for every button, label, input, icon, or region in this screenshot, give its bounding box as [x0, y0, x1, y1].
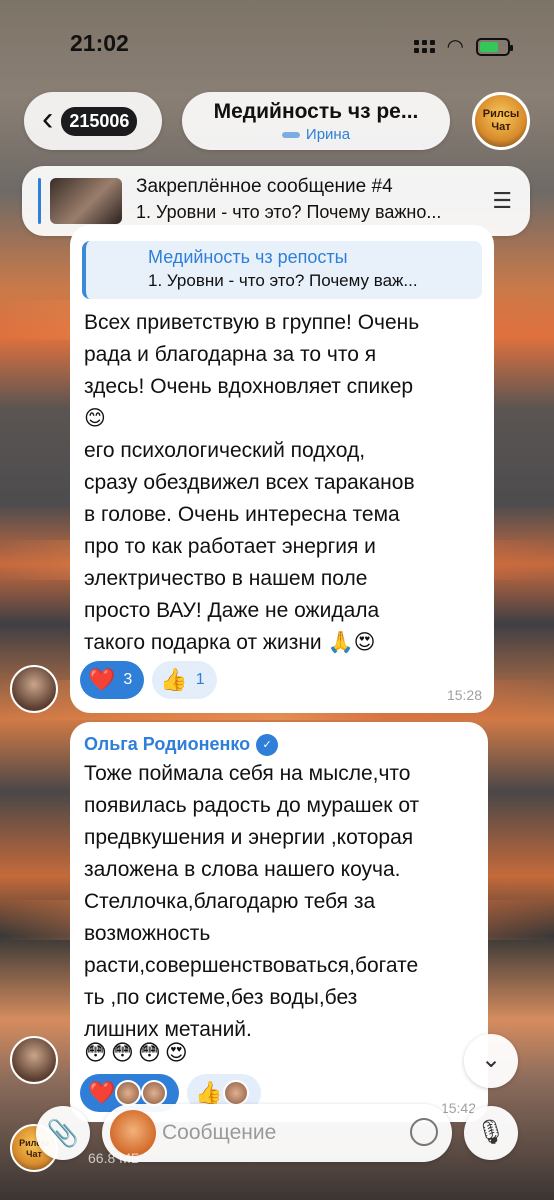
paperclip-icon: 📎 [46, 1118, 80, 1148]
reply-quote[interactable]: Медийность чз репосты 1. Уровни - что эт… [82, 241, 482, 299]
verified-icon: ✓ [256, 734, 279, 757]
message-bubble[interactable]: Медийность чз репосты 1. Уровни - что эт… [70, 225, 494, 713]
message-input[interactable] [162, 1114, 392, 1152]
message-text: Тоже поймала себя на мысле,что появилась… [84, 762, 420, 1041]
reactor-avatar [141, 1080, 168, 1106]
reaction-thumbs-up[interactable]: 👍 1 [152, 661, 217, 699]
pinned-text: 1. Уровни - что это? Почему важно... [136, 202, 442, 222]
status-icons: ◠ [413, 34, 513, 59]
message-composer[interactable] [102, 1104, 452, 1162]
typing-icon [281, 132, 300, 139]
voice-record-button[interactable]: 🎙 [464, 1106, 518, 1160]
pinned-title: Закреплённое сообщение #4 [136, 176, 393, 197]
pinned-list-icon[interactable]: ☰ [492, 188, 512, 214]
reactor-avatar [222, 1080, 249, 1106]
message-time: 15:28 [446, 687, 482, 703]
status-time: 21:02 [70, 30, 129, 56]
chat-title: Медийность чз ре... [213, 100, 419, 123]
sender-name[interactable]: Ольга Родионенко ✓ [84, 734, 279, 757]
scroll-down-button[interactable]: ⌄ [464, 1034, 518, 1088]
message-text: Всех приветствую в группе! Очень рада и … [84, 311, 420, 654]
unread-count-badge: 215006 [61, 106, 138, 136]
chevron-down-icon: ⌄ [480, 1046, 502, 1073]
chat-title-pill[interactable]: Медийность чз ре... Ирина [182, 92, 450, 150]
reaction-heart[interactable]: ❤️ 3 [80, 661, 145, 699]
avatar[interactable] [10, 665, 58, 713]
status-bar: 21:02 ◠ [0, 24, 554, 64]
reactor-avatar [115, 1080, 142, 1106]
pinned-indicator [38, 178, 41, 224]
chat-avatar[interactable]: Рилсы Чат [472, 92, 530, 150]
attach-button[interactable]: 📎 [36, 1106, 90, 1160]
sticker-icon[interactable] [410, 1118, 438, 1146]
chat-subtitle: Ирина [182, 126, 450, 143]
quote-title: Медийность чз репосты [148, 247, 348, 267]
avatar[interactable] [10, 1036, 58, 1084]
chevron-left-icon: ‹ [42, 100, 54, 138]
pinned-thumbnail [50, 178, 122, 224]
microphone-icon: 🎙 [475, 1119, 507, 1146]
battery-icon [476, 37, 513, 56]
reactions: ❤️ 3 👍 1 [80, 661, 217, 699]
signal-icon [413, 40, 435, 53]
file-size: 66.8 МБ [88, 1150, 140, 1166]
quote-text: 1. Уровни - что это? Почему важ... [148, 271, 418, 290]
wifi-icon: ◠ [446, 36, 464, 58]
back-button[interactable]: ‹ 215006 [24, 92, 162, 150]
emoji-line: 😳😳😳😍 [84, 1040, 192, 1065]
message-bubble[interactable]: Ольга Родионенко ✓ Тоже поймала себя на м… [70, 722, 488, 1122]
